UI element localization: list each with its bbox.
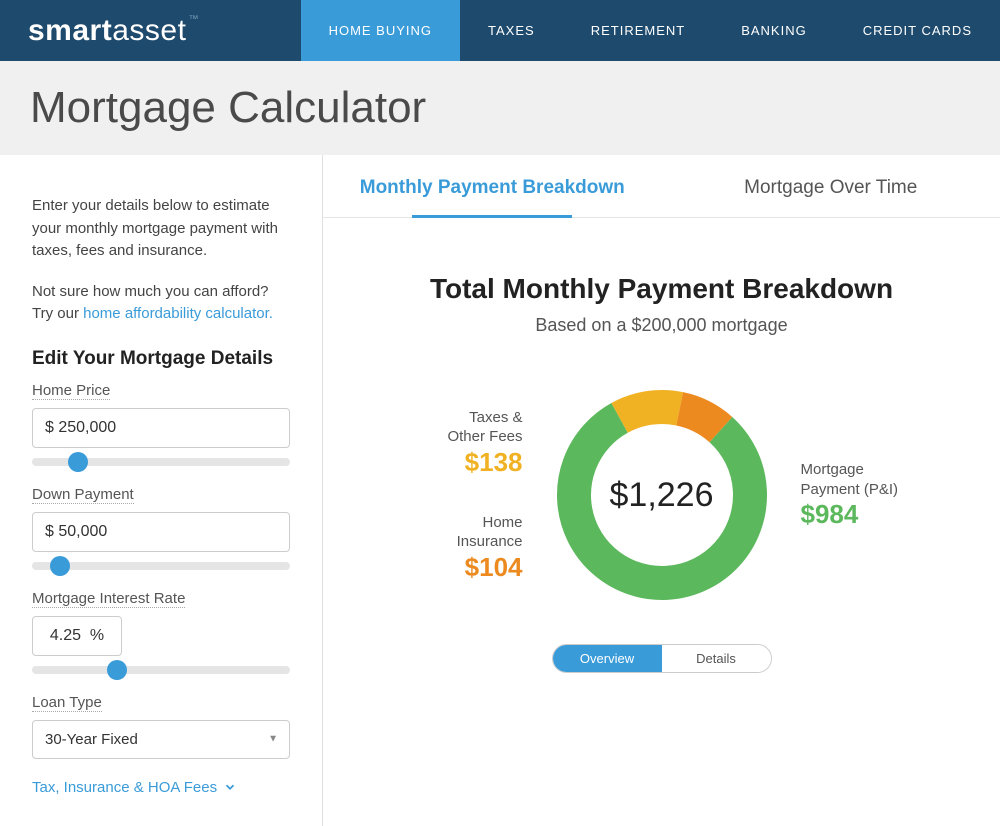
chart-row: Taxes & Other Fees $138 Home Insurance $… (363, 386, 960, 604)
tabs: Monthly Payment Breakdown Mortgage Over … (323, 155, 1000, 218)
tab-mortgage-over-time[interactable]: Mortgage Over Time (662, 155, 1000, 217)
home-price-label: Home Price (32, 382, 110, 400)
mortgage-label-2: Payment (P&I) (801, 480, 941, 500)
nav-banking[interactable]: BANKING (713, 0, 835, 61)
tab-monthly-breakdown[interactable]: Monthly Payment Breakdown (323, 155, 662, 217)
down-payment-label: Down Payment (32, 486, 134, 504)
logo-tm: ™ (188, 14, 199, 25)
home-price-input[interactable] (32, 408, 290, 448)
donut-center-total: $1,226 (553, 386, 771, 604)
down-payment-slider-thumb[interactable] (50, 556, 70, 576)
loan-type-select[interactable]: 30-Year Fixed (32, 720, 290, 759)
taxes-label-2: Other Fees (383, 427, 523, 447)
breakdown-title: Total Monthly Payment Breakdown (363, 273, 960, 305)
toggle-details[interactable]: Details (662, 645, 771, 672)
tax-insurance-hoa-toggle[interactable]: Tax, Insurance & HOA Fees (32, 779, 290, 796)
mortgage-value: $984 (801, 499, 941, 530)
breakdown-area: Total Monthly Payment Breakdown Based on… (323, 218, 1000, 703)
top-header: smartasset™ HOME BUYING TAXES RETIREMENT… (0, 0, 1000, 61)
expand-link-label: Tax, Insurance & HOA Fees (32, 779, 217, 796)
interest-rate-label: Mortgage Interest Rate (32, 590, 185, 608)
taxes-label-group: Taxes & Other Fees $138 (383, 408, 523, 478)
insurance-label-2: Insurance (383, 532, 523, 552)
logo-part1: smart (28, 14, 112, 47)
page-title: Mortgage Calculator (0, 61, 1000, 155)
breakdown-subtitle: Based on a $200,000 mortgage (363, 315, 960, 336)
results-panel: Monthly Payment Breakdown Mortgage Over … (323, 155, 1000, 826)
loan-type-label: Loan Type (32, 694, 102, 712)
logo-part2: asset (112, 14, 186, 47)
left-labels: Taxes & Other Fees $138 Home Insurance $… (383, 408, 523, 583)
interest-rate-slider-thumb[interactable] (107, 660, 127, 680)
toggle-overview[interactable]: Overview (553, 645, 662, 672)
insurance-value: $104 (383, 552, 523, 583)
intro-text-2: Not sure how much you can afford? Try ou… (32, 281, 290, 326)
home-price-field: Home Price (32, 382, 290, 466)
logo[interactable]: smartasset™ (0, 14, 199, 48)
interest-rate-slider[interactable] (32, 666, 290, 674)
taxes-value: $138 (383, 447, 523, 478)
interest-rate-field: Mortgage Interest Rate (32, 590, 290, 674)
main-nav: HOME BUYING TAXES RETIREMENT BANKING CRE… (301, 0, 1000, 61)
nav-credit-cards[interactable]: CREDIT CARDS (835, 0, 1000, 61)
home-price-slider-thumb[interactable] (68, 452, 88, 472)
insurance-label-group: Home Insurance $104 (383, 513, 523, 583)
donut-chart: $1,226 (553, 386, 771, 604)
main-content: Enter your details below to estimate you… (0, 155, 1000, 826)
affordability-link[interactable]: home affordability calculator. (83, 305, 273, 322)
nav-taxes[interactable]: TAXES (460, 0, 563, 61)
down-payment-slider[interactable] (32, 562, 290, 570)
nav-home-buying[interactable]: HOME BUYING (301, 0, 460, 61)
taxes-label-1: Taxes & (383, 408, 523, 428)
insurance-label-1: Home (383, 513, 523, 533)
intro-text-1: Enter your details below to estimate you… (32, 195, 290, 263)
interest-rate-input[interactable] (32, 616, 122, 656)
mortgage-label-group: Mortgage Payment (P&I) $984 (801, 460, 941, 530)
home-price-slider[interactable] (32, 458, 290, 466)
loan-type-field: Loan Type 30-Year Fixed ▼ (32, 694, 290, 759)
sidebar: Enter your details below to estimate you… (0, 155, 323, 826)
down-payment-field: Down Payment (32, 486, 290, 570)
mortgage-label-1: Mortgage (801, 460, 941, 480)
nav-retirement[interactable]: RETIREMENT (563, 0, 714, 61)
edit-details-title: Edit Your Mortgage Details (32, 348, 290, 370)
down-payment-input[interactable] (32, 512, 290, 552)
chevron-down-icon (223, 780, 237, 794)
view-toggle: Overview Details (552, 644, 772, 673)
right-labels: Mortgage Payment (P&I) $984 (801, 460, 941, 530)
